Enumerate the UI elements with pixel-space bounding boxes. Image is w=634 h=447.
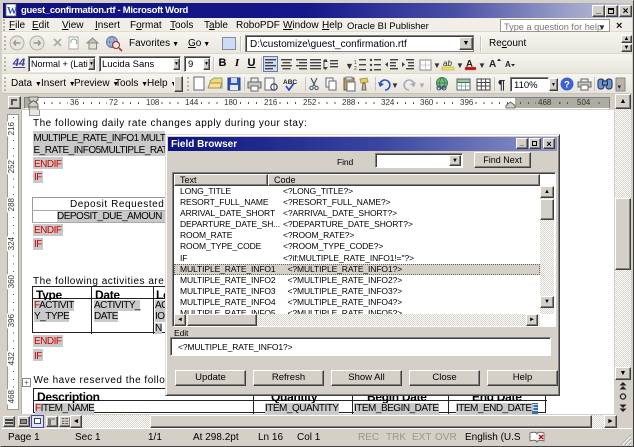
svg-text:A: A xyxy=(489,59,496,70)
svg-text:▼: ▼ xyxy=(456,61,464,70)
svg-text:▾: ▾ xyxy=(618,84,622,91)
svg-text:▼: ▼ xyxy=(345,61,354,71)
svg-text:W: W xyxy=(7,6,17,17)
svg-text:¶: ¶ xyxy=(498,77,505,92)
svg-text:▼: ▼ xyxy=(391,81,399,90)
svg-text:A: A xyxy=(505,60,511,69)
svg-text:▼: ▼ xyxy=(418,81,426,90)
svg-text:ab: ab xyxy=(443,59,452,68)
svg-text:▼: ▼ xyxy=(433,61,441,70)
svg-text:?: ? xyxy=(564,80,570,91)
svg-text:ABC: ABC xyxy=(283,79,297,86)
svg-text:2: 2 xyxy=(354,66,357,71)
svg-text:▼: ▼ xyxy=(478,61,486,70)
